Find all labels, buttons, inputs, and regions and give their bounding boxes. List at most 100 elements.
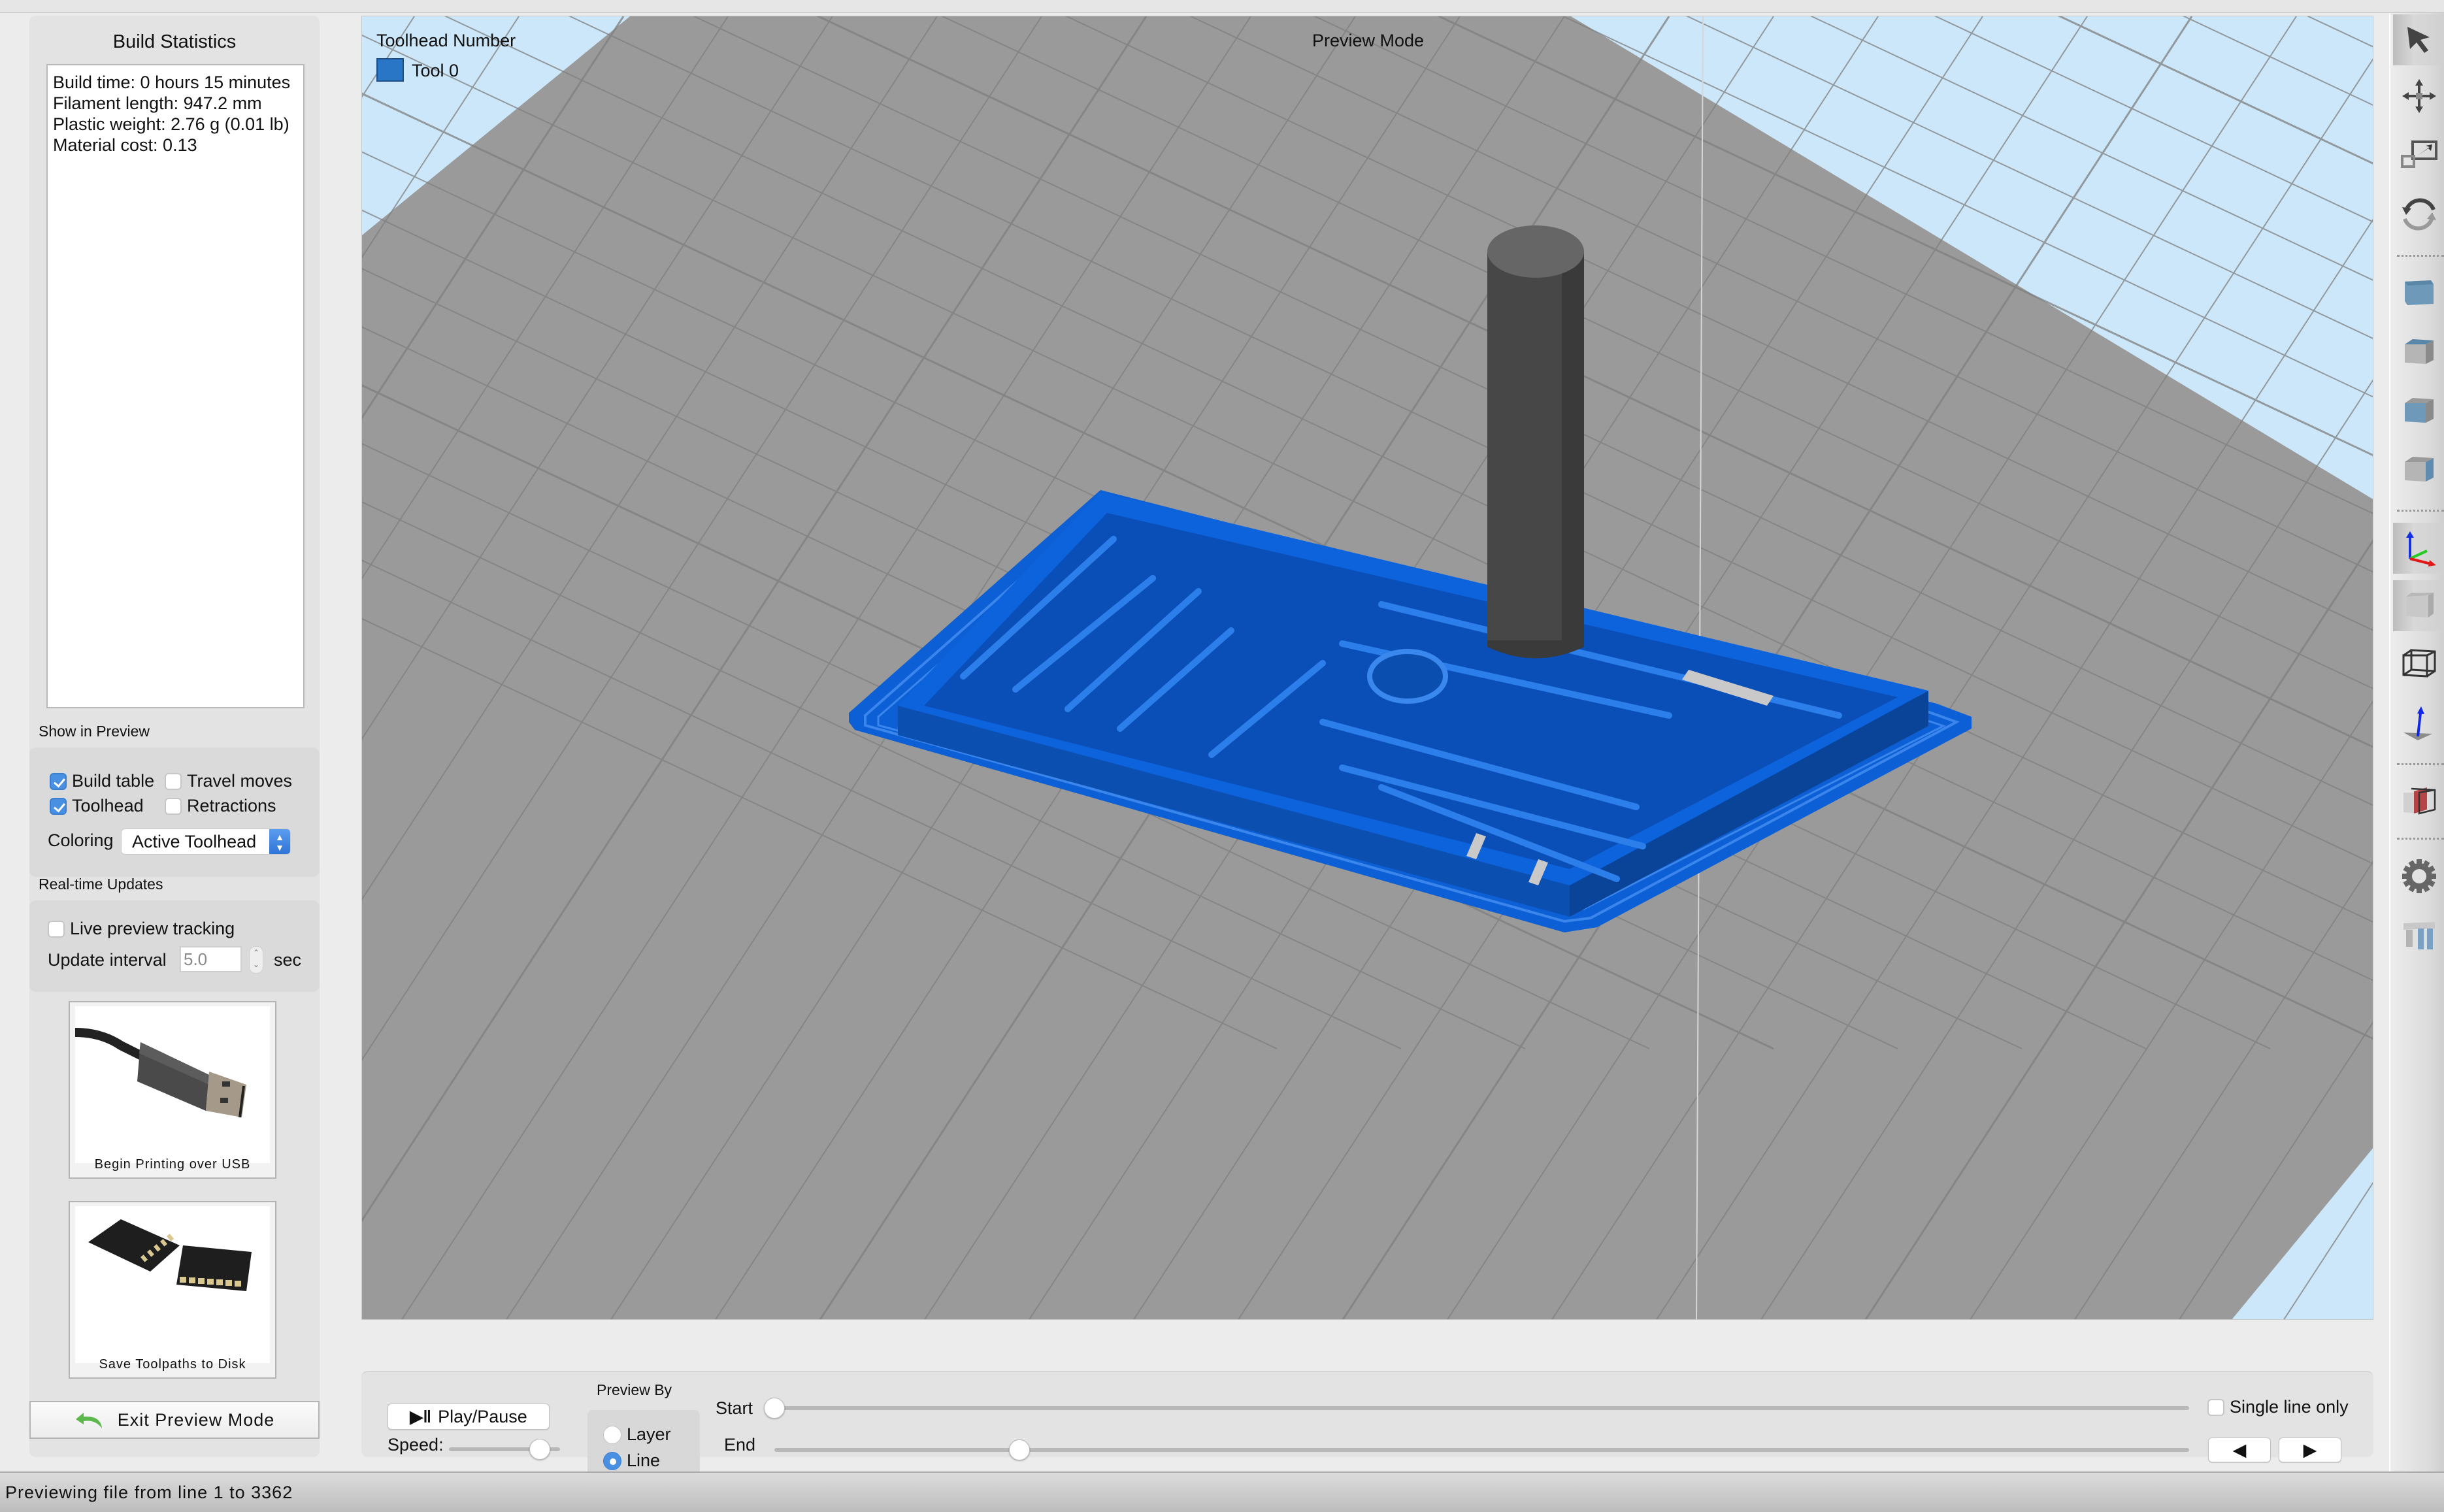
stat-filament-length: Filament length: 947.2 mm	[53, 93, 262, 113]
gear-tooth	[2417, 887, 2422, 893]
gear-tooth	[2417, 859, 2422, 866]
axes-icon	[2406, 531, 2436, 567]
travel-moves-label: Travel moves	[187, 771, 293, 791]
view-top-tool[interactable]	[2393, 327, 2444, 378]
single-line-label: Single line only	[2230, 1397, 2349, 1417]
retractions-label: Retractions	[187, 796, 276, 815]
start-slider-track[interactable]	[774, 1406, 2189, 1410]
preview-by-layer-radio[interactable]: Layer	[603, 1424, 671, 1445]
build-table-checkbox[interactable]: Build table	[50, 771, 154, 791]
toolhead-cylinder	[1487, 225, 1584, 659]
previous-arrow-icon: ◀	[2232, 1439, 2247, 1460]
move-tool[interactable]	[2393, 71, 2444, 122]
legend-title: Toolhead Number	[376, 31, 516, 50]
stat-plastic-weight: Plastic weight: 2.76 g (0.01 lb)	[53, 114, 289, 134]
end-slider-thumb[interactable]	[1008, 1439, 1030, 1460]
left-panel: Build Statistics Build time: 0 hours 15 …	[29, 16, 320, 1457]
move-arrows-icon	[2402, 79, 2436, 113]
rotate-icon	[2402, 198, 2436, 231]
cross-section-tool[interactable]	[2393, 776, 2444, 827]
sd-card-icon	[88, 1219, 252, 1291]
supports-tool[interactable]	[2393, 910, 2444, 961]
retractions-check-box[interactable]	[165, 797, 182, 815]
single-line-only-checkbox[interactable]: Single line only	[2207, 1397, 2349, 1417]
stat-build-time: Build time: 0 hours 15 minutes	[53, 73, 291, 92]
supports-icon	[2403, 922, 2435, 949]
view-left-tool[interactable]	[2393, 386, 2444, 436]
toolbar-separator	[2397, 255, 2444, 257]
tool-0-swatch	[376, 58, 404, 82]
show-in-preview-group: Build table Travel moves Toolhead Retrac…	[29, 748, 320, 877]
solid-view-toggle[interactable]	[2393, 580, 2444, 631]
right-toolbar	[2389, 13, 2444, 1473]
speed-slider-thumb[interactable]	[529, 1439, 551, 1460]
begin-printing-usb-button[interactable]: Begin Printing over USB	[69, 1001, 276, 1179]
disk-caption: Save Toolpaths to Disk	[99, 1357, 246, 1372]
build-statistics-title: Build Statistics	[112, 31, 237, 52]
cross-section-icon	[2403, 787, 2436, 815]
preview-by-line-radio[interactable]: Line	[603, 1451, 660, 1471]
playback-controls-panel: ▶‖ Play/Pause Speed: Preview By Layer Li…	[361, 1371, 2373, 1491]
axes-toggle[interactable]	[2393, 523, 2444, 574]
3d-viewport[interactable]: Toolhead Number Tool 0 Preview Mode	[361, 16, 2373, 1320]
end-slider-track[interactable]	[774, 1448, 2189, 1452]
layer-radio-button[interactable]	[603, 1425, 621, 1444]
realtime-updates-group: Live preview tracking Update interval 5.…	[29, 900, 320, 992]
start-slider-thumb[interactable]	[764, 1398, 785, 1419]
next-arrow-icon: ▶	[2303, 1439, 2317, 1460]
gear-tooth	[2430, 874, 2436, 879]
play-pause-icon: ▶‖	[410, 1406, 432, 1426]
settings-tool[interactable]	[2393, 851, 2444, 902]
usb-caption: Begin Printing over USB	[94, 1157, 251, 1172]
play-pause-label: Play/Pause	[438, 1406, 527, 1426]
gear-tooth	[2402, 874, 2409, 879]
select-tool[interactable]	[2393, 14, 2444, 65]
window-top-edge	[0, 0, 2444, 13]
toolhead-check-box[interactable]	[50, 797, 67, 815]
build-statistics-box: Build time: 0 hours 15 minutes Filament …	[46, 64, 305, 708]
toolbar-separator	[2397, 838, 2444, 840]
line-radio-label: Line	[627, 1451, 661, 1470]
travel-moves-checkbox[interactable]: Travel moves	[165, 771, 292, 791]
toolhead-checkbox[interactable]: Toolhead	[50, 796, 144, 816]
back-arrow-icon	[75, 1413, 102, 1428]
play-pause-button[interactable]: ▶‖ Play/Pause	[388, 1404, 550, 1430]
live-preview-tracking-checkbox[interactable]: Live preview tracking	[48, 919, 235, 939]
travel-moves-check-box[interactable]	[165, 772, 182, 790]
preview-by-label: Preview By	[597, 1381, 672, 1398]
scale-tool[interactable]	[2393, 129, 2444, 180]
toolbar-separator	[2397, 763, 2444, 765]
view-front-tool[interactable]	[2393, 268, 2444, 319]
retractions-checkbox[interactable]: Retractions	[165, 796, 276, 816]
scale-icon	[2401, 140, 2437, 168]
previous-step-button[interactable]: ◀	[2208, 1438, 2271, 1462]
rotate-tool[interactable]	[2393, 188, 2444, 239]
cube-blue-left-icon	[2405, 398, 2434, 423]
start-label: Start	[716, 1398, 753, 1418]
next-step-button[interactable]: ▶	[2279, 1438, 2341, 1462]
coloring-select[interactable]: Active Toolhead ▲ ▼	[121, 829, 291, 855]
exit-preview-label: Exit Preview Mode	[117, 1409, 275, 1430]
update-interval-stepper[interactable]: ⌃ ⌄	[249, 946, 263, 974]
line-radio-button[interactable]	[603, 1451, 621, 1470]
normals-toggle[interactable]	[2393, 698, 2444, 749]
sd-cards-image	[75, 1206, 270, 1363]
build-plate-scene	[362, 16, 2373, 1319]
solid-cube-icon	[2406, 593, 2434, 617]
gear-icon	[2402, 859, 2436, 893]
view-right-tool[interactable]	[2393, 444, 2444, 495]
realtime-updates-label: Real-time Updates	[39, 876, 163, 893]
speed-label: Speed:	[388, 1435, 444, 1454]
toolbar-separator	[2397, 510, 2444, 512]
wireframe-view-toggle[interactable]	[2393, 639, 2444, 690]
save-toolpaths-button[interactable]: Save Toolpaths to Disk	[69, 1201, 276, 1379]
cursor-arrow-icon	[2407, 27, 2430, 53]
build-table-label: Build table	[72, 771, 155, 791]
build-table-check-box[interactable]	[50, 772, 67, 790]
single-line-check-box[interactable]	[2207, 1398, 2224, 1416]
update-interval-input[interactable]: 5.0	[180, 946, 242, 972]
exit-preview-mode-button[interactable]: Exit Preview Mode	[29, 1401, 320, 1439]
live-preview-check-box[interactable]	[48, 920, 65, 938]
select-arrows-icon: ▲ ▼	[269, 829, 290, 854]
coloring-label: Coloring	[48, 830, 114, 850]
